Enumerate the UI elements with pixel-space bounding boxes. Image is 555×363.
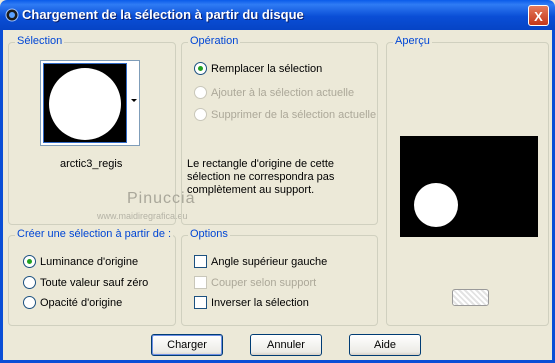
checkbox[interactable]	[194, 254, 207, 268]
preview-image	[400, 136, 538, 237]
selection-thumbnail	[43, 63, 127, 143]
operation-note: Le rectangle d'origine de cette sélectio…	[187, 158, 335, 196]
radio-label: Toute valeur sauf zéro	[40, 277, 149, 289]
app-icon	[5, 8, 19, 22]
radio-source-luminance[interactable]: Luminance d'origine	[23, 254, 139, 269]
preview-legend: Aperçu	[393, 35, 432, 47]
selection-thumbnail-dropdown[interactable]	[40, 60, 140, 146]
checkbox[interactable]	[194, 295, 207, 309]
checkbox-label: Inverser la sélection	[211, 297, 309, 309]
checkbox-label: Couper selon support	[211, 277, 317, 289]
preview-toggle-button[interactable]	[452, 289, 489, 306]
options-legend: Options	[188, 228, 230, 240]
radio-button	[194, 107, 207, 121]
dropdown-arrow-icon	[131, 99, 137, 102]
watermark-url: www.maidiregrafica.eu	[97, 211, 188, 221]
title-bar[interactable]: Chargement de la sélection à partir du d…	[0, 0, 555, 30]
radio-label: Opacité d'origine	[40, 297, 123, 309]
radio-any-non-zero[interactable]: Toute valeur sauf zéro	[23, 275, 149, 290]
radio-source-opacity[interactable]: Opacité d'origine	[23, 295, 123, 310]
radio-label: Ajouter à la sélection actuelle	[211, 87, 355, 99]
radio-add-selection: Ajouter à la sélection actuelle	[194, 85, 355, 100]
cancel-button[interactable]: Annuler	[250, 334, 322, 356]
radio-button[interactable]	[194, 61, 207, 75]
radio-subtract-selection: Supprimer de la sélection actuelle	[194, 107, 377, 122]
radio-button	[194, 85, 207, 99]
radio-replace-selection[interactable]: Remplacer la sélection	[194, 61, 323, 76]
radio-button[interactable]	[23, 254, 36, 268]
operation-legend: Opération	[188, 35, 241, 47]
window-title: Chargement de la sélection à partir du d…	[22, 7, 304, 22]
radio-label: Supprimer de la sélection actuelle	[211, 109, 377, 121]
thumbnail-circle	[49, 68, 121, 140]
help-button[interactable]: Aide	[349, 334, 421, 356]
radio-button[interactable]	[23, 295, 36, 309]
radio-label: Luminance d'origine	[40, 256, 139, 268]
checkbox-top-left-corner[interactable]: Angle supérieur gauche	[194, 254, 328, 269]
checkbox-label: Angle supérieur gauche	[211, 256, 328, 268]
selection-legend: Sélection	[15, 35, 65, 47]
preview-circle	[414, 183, 458, 227]
radio-label: Remplacer la sélection	[211, 63, 323, 75]
radio-button[interactable]	[23, 275, 36, 289]
checkbox	[194, 275, 207, 289]
load-button[interactable]: Charger	[151, 334, 223, 356]
create-selection-legend: Créer une sélection à partir de :	[15, 228, 174, 240]
checkbox-crop-to-canvas: Couper selon support	[194, 275, 317, 290]
close-button[interactable]: X	[528, 5, 549, 26]
checkbox-invert-selection[interactable]: Inverser la sélection	[194, 295, 309, 310]
selection-file-name: arctic3_regis	[60, 158, 123, 170]
